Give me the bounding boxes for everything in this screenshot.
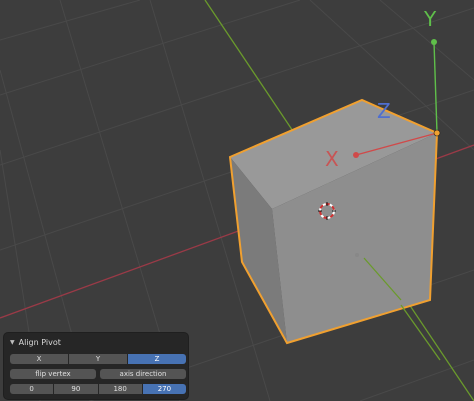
angle-180-button[interactable]: 180 [98, 384, 142, 394]
gizmo-z-label: Z [377, 99, 391, 123]
gizmo-y-label: Y [423, 7, 437, 31]
gizmo-origin-point[interactable] [433, 129, 441, 137]
cube-object[interactable] [228, 98, 439, 345]
axis-y-button[interactable]: Y [69, 354, 127, 364]
axis-direction-button[interactable]: axis direction [100, 369, 186, 379]
angle-270-button[interactable]: 270 [142, 384, 186, 394]
gizmo-x-label: X [325, 147, 339, 171]
collapse-triangle-icon[interactable]: ▼ [10, 339, 15, 346]
flip-vertex-button[interactable]: flip vertex [10, 369, 96, 379]
gizmo-x-handle[interactable] [353, 152, 359, 158]
panel-title: Align Pivot [18, 337, 61, 347]
y-axis-below-segment [400, 304, 441, 361]
axis-button-row: X Y Z [10, 354, 186, 364]
angle-90-button[interactable]: 90 [54, 384, 98, 394]
angle-0-button[interactable]: 0 [10, 384, 54, 394]
action-button-row: flip vertex axis direction [10, 369, 186, 379]
gizmo-y-handle[interactable] [431, 39, 437, 45]
panel-header[interactable]: ▼ Align Pivot [10, 336, 61, 348]
3d-viewport[interactable]: Y Z X ▼ Align Pivot X Y Z flip vertex ax… [0, 0, 474, 401]
gizmo-y-line [433, 41, 438, 134]
cube-center-dot [355, 253, 359, 257]
angle-button-row: 0 90 180 270 [10, 384, 186, 394]
axis-x-button[interactable]: X [10, 354, 68, 364]
align-pivot-panel: ▼ Align Pivot X Y Z flip vertex axis dir… [4, 333, 188, 399]
axis-z-button[interactable]: Z [128, 354, 186, 364]
